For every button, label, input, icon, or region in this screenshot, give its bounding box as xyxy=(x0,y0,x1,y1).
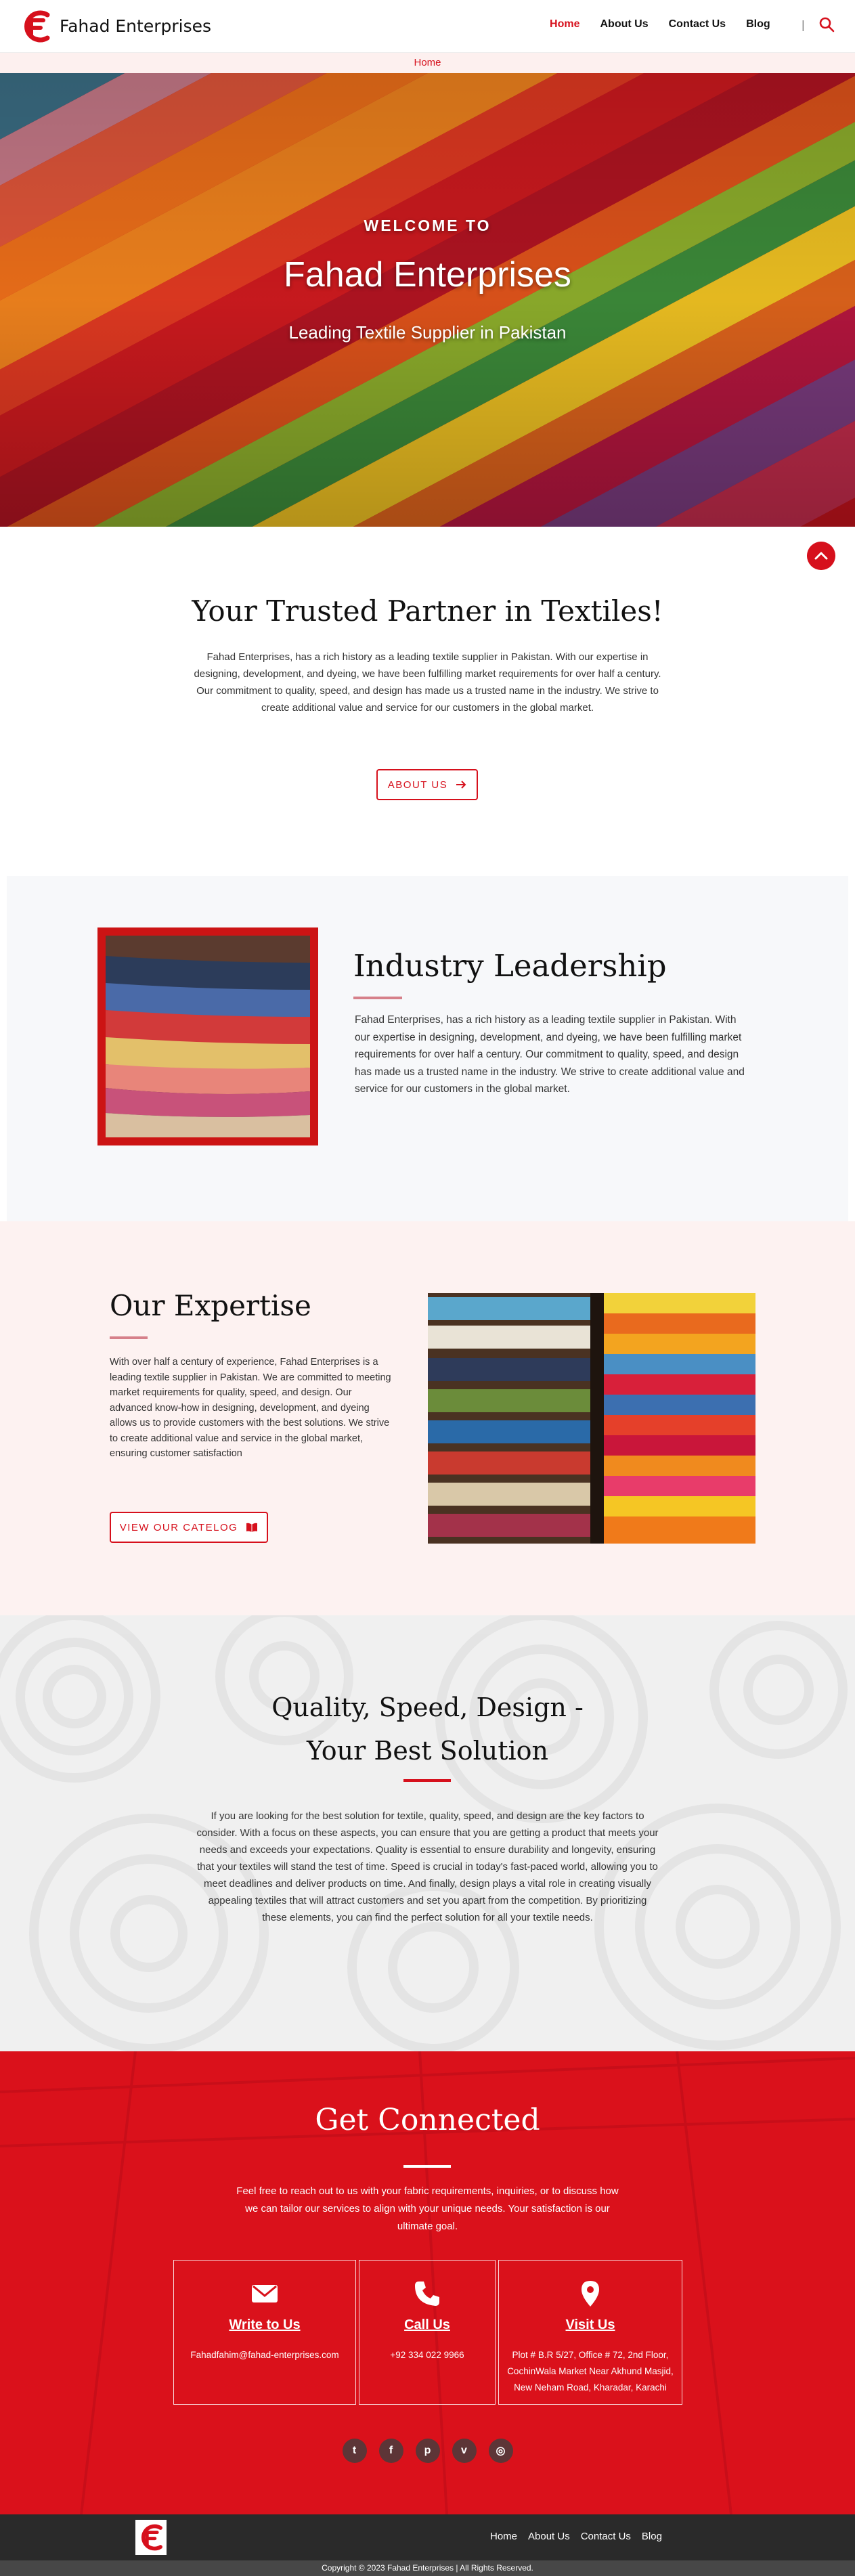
location-pin-icon xyxy=(582,2281,599,2307)
main-nav: Home About Us Contact Us Blog | xyxy=(529,16,835,32)
nav-blog[interactable]: Blog xyxy=(746,18,770,30)
arrow-right-icon xyxy=(456,781,466,789)
facebook-icon[interactable]: f xyxy=(378,2439,403,2463)
email-address[interactable]: Fahadfahim@fahad-enterprises.com xyxy=(181,2347,349,2363)
leadership-divider xyxy=(353,997,402,999)
company-logo[interactable] xyxy=(20,9,51,43)
expertise-text: With over half a century of experience, … xyxy=(110,1357,391,1459)
hero-eyebrow: WELCOME TO xyxy=(364,217,491,234)
connect-text: Feel free to reach out to us with your f… xyxy=(236,2185,619,2232)
footer-logo-mark xyxy=(141,2524,162,2551)
hero-subtitle: Leading Textile Supplier in Pakistan xyxy=(288,322,567,343)
envelope-icon xyxy=(252,2285,278,2302)
phone-number[interactable]: +92 334 022 9966 xyxy=(366,2347,488,2363)
hero-fabric-image xyxy=(0,73,855,527)
nav-about-us[interactable]: About Us xyxy=(600,18,649,30)
hero-banner: WELCOME TO Fahad Enterprises Leading Tex… xyxy=(0,73,855,527)
nav-home[interactable]: Home xyxy=(550,18,579,30)
leadership-text: Fahad Enterprises, has a rich history as… xyxy=(355,1014,745,1095)
about-us-button-label: ABOUT US xyxy=(387,779,448,791)
hero-title: Fahad Enterprises xyxy=(284,255,571,294)
quality-divider xyxy=(403,1779,451,1782)
email-card-title[interactable]: Write to Us xyxy=(174,2317,355,2333)
vimeo-icon[interactable]: v xyxy=(452,2439,477,2463)
leadership-title: Industry Leadership xyxy=(353,948,667,984)
breadcrumb-bar: Home xyxy=(0,53,855,73)
view-catalog-button[interactable]: VIEW OUR CATELOG xyxy=(110,1512,268,1543)
expertise-title: Our Expertise xyxy=(110,1289,311,1322)
folded-fabric-image xyxy=(106,936,310,1137)
connect-divider xyxy=(403,2165,451,2168)
instagram-icon[interactable]: ◎ xyxy=(488,2439,513,2463)
contact-card-address: Visit Us Plot # B.R 5/27, Office # 72, 2… xyxy=(498,2260,682,2405)
office-address[interactable]: Plot # B.R 5/27, Office # 72, 2nd Floor,… xyxy=(506,2347,675,2396)
expertise-divider xyxy=(110,1336,148,1339)
footer-nav: Home About Us Contact Us Blog xyxy=(490,2531,662,2542)
connect-title: Get Connected xyxy=(315,2103,540,2137)
fabric-shelves-image xyxy=(428,1293,755,1544)
leadership-image-frame xyxy=(97,927,318,1145)
trusted-title: Your Trusted Partner in Textiles! xyxy=(192,594,663,628)
about-us-button[interactable]: ABOUT US xyxy=(376,769,478,800)
contact-card-email: Write to Us Fahadfahim@fahad-enterprises… xyxy=(173,2260,356,2405)
search-icon[interactable] xyxy=(818,16,835,32)
right-shelf xyxy=(604,1293,755,1544)
quality-title-line2: Your Best Solution xyxy=(307,1736,548,1766)
footer-nav-blog[interactable]: Blog xyxy=(642,2531,662,2542)
phone-card-title[interactable]: Call Us xyxy=(359,2317,495,2333)
copyright-text: Copyright © 2023 Fahad Enterprises | All… xyxy=(322,2563,533,2573)
nav-contact-us[interactable]: Contact Us xyxy=(669,18,726,30)
nav-separator: | xyxy=(801,18,805,31)
address-card-title[interactable]: Visit Us xyxy=(499,2317,682,2333)
quality-text: If you are looking for the best solution… xyxy=(196,1810,659,1923)
view-catalog-label: VIEW OUR CATELOG xyxy=(119,1521,238,1533)
pinterest-icon[interactable]: p xyxy=(415,2439,440,2463)
brand-name[interactable]: Fahad Enterprises xyxy=(60,16,211,36)
footer-nav-contact-us[interactable]: Contact Us xyxy=(581,2531,631,2542)
scroll-to-top-button[interactable] xyxy=(807,542,835,570)
contact-card-phone: Call Us +92 334 022 9966 xyxy=(359,2260,496,2405)
twitter-icon[interactable]: t xyxy=(342,2439,367,2463)
trusted-text: Fahad Enterprises, has a rich history as… xyxy=(194,651,661,714)
footer-logo[interactable] xyxy=(135,2520,167,2555)
social-links: t f p v ◎ xyxy=(0,2439,855,2463)
book-icon xyxy=(246,1523,258,1532)
footer-nav-home[interactable]: Home xyxy=(490,2531,517,2542)
site-header: Fahad Enterprises Home About Us Contact … xyxy=(0,0,855,53)
breadcrumb[interactable]: Home xyxy=(414,57,441,68)
quality-title-line1: Quality, Speed, Design - xyxy=(271,1693,584,1722)
phone-icon xyxy=(415,2282,439,2306)
footer-nav-about-us[interactable]: About Us xyxy=(528,2531,570,2542)
copyright-bar: Copyright © 2023 Fahad Enterprises | All… xyxy=(0,2560,855,2576)
site-footer xyxy=(0,2514,855,2560)
